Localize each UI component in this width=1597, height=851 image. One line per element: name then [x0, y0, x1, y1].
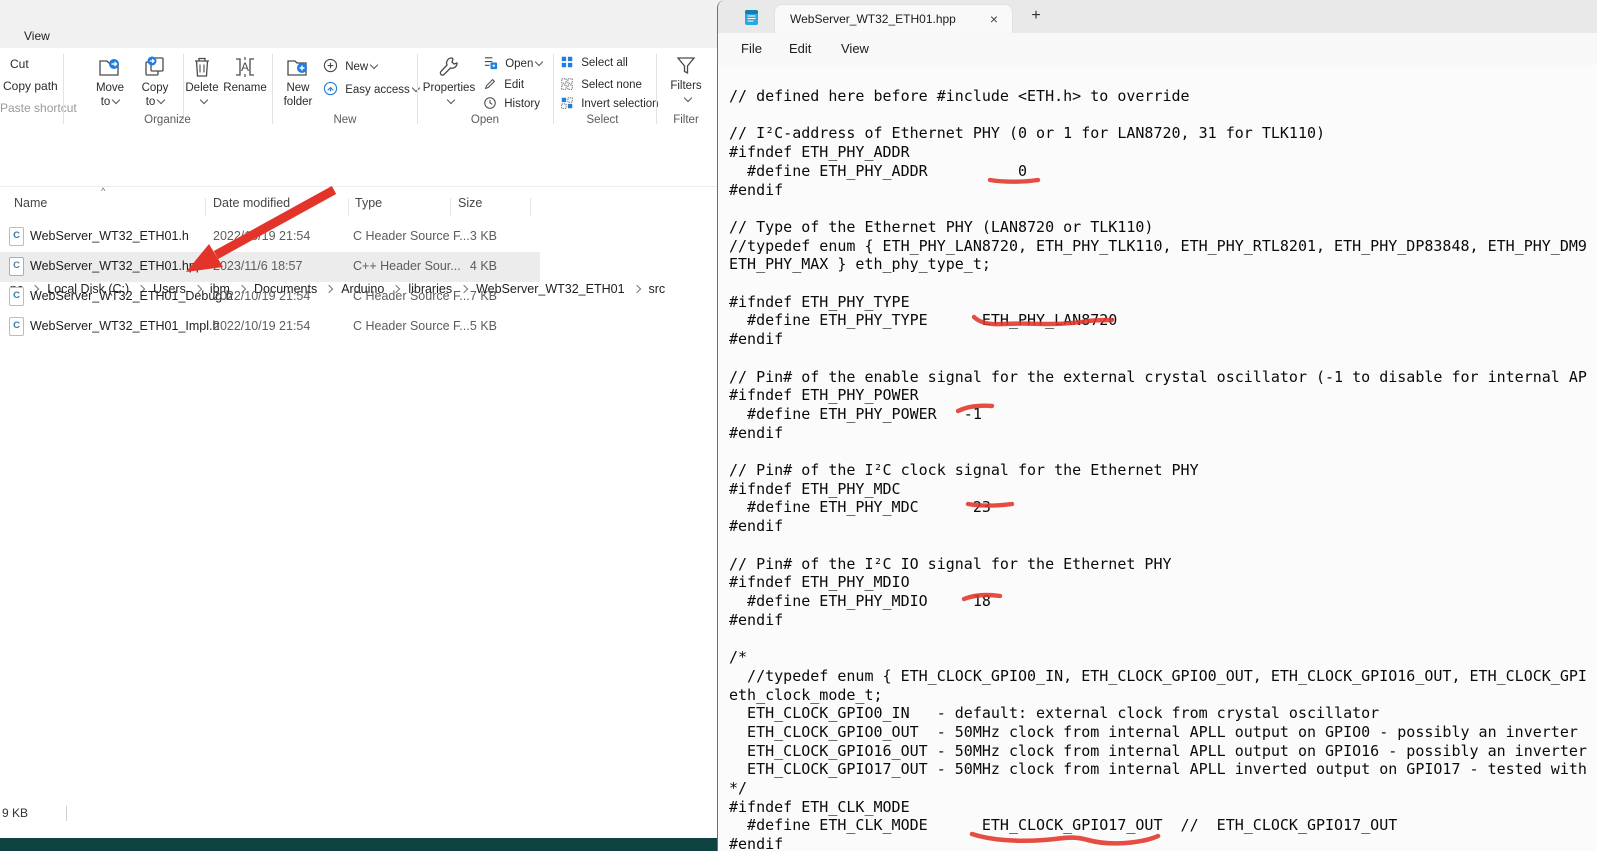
- ribbon-group-label: Select: [560, 114, 645, 126]
- file-size: 7 KB: [427, 289, 497, 303]
- invert-selection-icon: [560, 96, 574, 110]
- notepad-app-icon: [744, 8, 759, 26]
- c-file-icon: C: [9, 227, 24, 246]
- close-icon[interactable]: ×: [985, 11, 1003, 29]
- chevron-right-icon: [632, 284, 640, 292]
- history-icon: [483, 96, 497, 110]
- open-button[interactable]: Open: [483, 55, 542, 70]
- rename-icon: A: [232, 55, 258, 79]
- table-row[interactable]: C WebServer_WT32_ETH01_Debug.h 2022/10/1…: [0, 282, 540, 312]
- taskbar-strip[interactable]: [0, 838, 722, 851]
- cpp-file-icon: C: [9, 257, 24, 276]
- notepad-text-area[interactable]: // defined here before #include <ETH.h> …: [718, 65, 1597, 851]
- file-name: WebServer_WT32_ETH01.h: [30, 229, 189, 243]
- delete-button[interactable]: Delete: [184, 55, 220, 109]
- select-all-icon: [560, 55, 574, 69]
- svg-text:A: A: [241, 60, 249, 74]
- new-tab-icon[interactable]: +: [1026, 6, 1046, 26]
- ribbon-group-label: Filter: [664, 114, 708, 126]
- table-row[interactable]: C WebServer_WT32_ETH01_Impl.h 2022/10/19…: [0, 312, 540, 342]
- table-row-selected[interactable]: C WebServer_WT32_ETH01.hpp 2023/11/6 18:…: [0, 252, 540, 282]
- select-all-button[interactable]: Select all: [560, 55, 628, 69]
- move-to-icon: [98, 55, 122, 79]
- paste-shortcut-button[interactable]: Paste shortcut: [0, 101, 77, 115]
- explorer-titlebar: View: [0, 0, 722, 48]
- filters-icon: [675, 55, 697, 77]
- file-date: 2023/11/6 18:57: [213, 259, 302, 273]
- history-button[interactable]: History: [483, 96, 540, 110]
- easy-access-button[interactable]: Easy access: [323, 81, 419, 96]
- menu-file[interactable]: File: [741, 41, 762, 56]
- rename-button[interactable]: A Rename: [222, 55, 268, 95]
- delete-icon: [191, 55, 213, 79]
- properties-button[interactable]: Properties: [422, 55, 476, 109]
- sort-ascending-icon: ^: [101, 186, 105, 196]
- notepad-window: WebServer_WT32_ETH01.hpp × + File Edit V…: [717, 0, 1597, 851]
- file-size: 4 KB: [427, 259, 497, 273]
- new-folder-icon: [286, 55, 310, 79]
- ribbon-tab-view[interactable]: View: [24, 29, 50, 43]
- explorer-ribbon: Cut Copy path Paste shortcut Moveto Copy…: [0, 48, 722, 132]
- file-size: 5 KB: [427, 319, 497, 333]
- tab-title: WebServer_WT32_ETH01.hpp: [790, 12, 956, 26]
- address-bar[interactable]: pc Local Disk (C:) Users ibm Documents A…: [0, 131, 722, 187]
- column-header-type[interactable]: Type: [355, 196, 382, 210]
- select-none-button[interactable]: Select none: [560, 77, 642, 91]
- file-name: WebServer_WT32_ETH01_Impl.h: [30, 319, 219, 333]
- new-item-icon: [323, 58, 338, 73]
- file-size: 3 KB: [427, 229, 497, 243]
- select-none-icon: [560, 77, 574, 91]
- filters-button[interactable]: Filters: [664, 55, 708, 107]
- copy-path-button[interactable]: Copy path: [3, 79, 58, 93]
- c-file-icon: C: [9, 317, 24, 336]
- column-header-date[interactable]: Date modified: [213, 196, 290, 210]
- ribbon-group-label: Organize: [120, 114, 215, 126]
- file-date: 2022/10/19 21:54: [213, 229, 310, 243]
- cut-button[interactable]: Cut: [10, 57, 29, 71]
- tab-webserver-hpp[interactable]: WebServer_WT32_ETH01.hpp ×: [774, 4, 1013, 33]
- ribbon-group-label: Open: [440, 114, 530, 126]
- column-header-size[interactable]: Size: [458, 196, 482, 210]
- notepad-menu-bar: File Edit View: [718, 33, 1597, 66]
- properties-icon: [438, 55, 460, 79]
- c-file-icon: C: [9, 287, 24, 306]
- menu-view[interactable]: View: [841, 41, 869, 56]
- new-item-button[interactable]: New: [323, 58, 377, 73]
- copy-to-icon: [143, 55, 167, 79]
- new-folder-button[interactable]: Newfolder: [277, 55, 319, 109]
- file-date: 2022/10/19 21:54: [213, 319, 310, 333]
- status-bar-size: 9 KB: [2, 806, 28, 820]
- file-explorer-window: View Cut Copy path Paste shortcut Moveto…: [0, 0, 722, 851]
- edit-button[interactable]: Edit: [483, 77, 524, 91]
- copy-to-button[interactable]: Copyto: [134, 55, 176, 109]
- easy-access-icon: [323, 81, 338, 96]
- table-row[interactable]: C WebServer_WT32_ETH01.h 2022/10/19 21:5…: [0, 222, 540, 252]
- column-header-name[interactable]: Name: [14, 196, 47, 210]
- code-editor-text: // defined here before #include <ETH.h> …: [729, 87, 1587, 851]
- notepad-tab-bar: WebServer_WT32_ETH01.hpp × +: [718, 0, 1597, 33]
- file-name: WebServer_WT32_ETH01.hpp: [30, 259, 203, 273]
- breadcrumb-item[interactable]: src: [649, 282, 666, 296]
- open-icon: [483, 55, 498, 70]
- status-bar-divider: [66, 806, 67, 821]
- ribbon-group-label: New: [300, 114, 390, 126]
- menu-edit[interactable]: Edit: [789, 41, 811, 56]
- file-name: WebServer_WT32_ETH01_Debug.h: [30, 289, 233, 303]
- move-to-button[interactable]: Moveto: [86, 55, 134, 109]
- edit-icon: [483, 77, 497, 91]
- invert-selection-button[interactable]: Invert selection: [560, 96, 659, 110]
- file-date: 2022/10/19 21:54: [213, 289, 310, 303]
